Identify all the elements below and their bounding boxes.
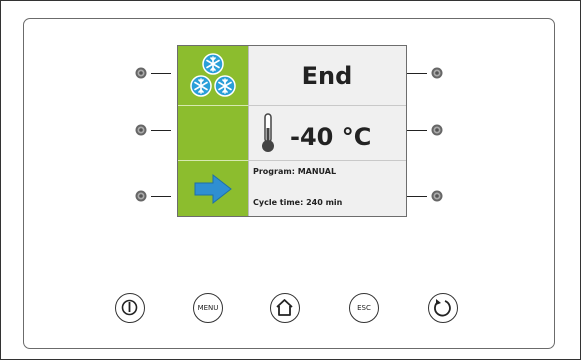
screen-divider	[248, 105, 406, 106]
screen-divider	[178, 160, 248, 161]
thermometer-icon	[262, 113, 274, 152]
cycle-status: End	[301, 62, 353, 90]
home-icon	[276, 299, 293, 316]
esc-button-label: ESC	[357, 304, 371, 312]
cycle-icon	[434, 299, 451, 317]
side-knob-left-3[interactable]	[135, 190, 147, 202]
side-knob-lead	[151, 196, 171, 197]
lcd-screen: End -40 °C Program: MANUAL Cycle time: 2…	[177, 45, 407, 217]
screen-divider	[248, 160, 406, 161]
temperature-readout: -40 °C	[290, 123, 372, 151]
program-label: Program: MANUAL	[253, 167, 337, 176]
side-knob-lead	[407, 130, 427, 131]
side-knob-lead	[151, 73, 171, 74]
side-knob-right-2[interactable]	[431, 124, 443, 136]
side-knob-left-2[interactable]	[135, 124, 147, 136]
cycle-time-label: Cycle time: 240 min	[253, 198, 343, 207]
side-knob-left-1[interactable]	[135, 67, 147, 79]
snowflake-cluster-icon	[190, 53, 236, 97]
cycle-button[interactable]	[428, 293, 458, 323]
home-button[interactable]	[270, 293, 300, 323]
arrow-right-icon	[194, 173, 232, 205]
side-knob-right-3[interactable]	[431, 190, 443, 202]
side-knob-lead	[407, 196, 427, 197]
power-button[interactable]	[115, 293, 145, 323]
screen-divider	[178, 105, 248, 106]
menu-button[interactable]: MENU	[193, 293, 223, 323]
side-knob-lead	[407, 73, 427, 74]
menu-button-label: MENU	[197, 304, 219, 312]
side-knob-lead	[151, 130, 171, 131]
power-icon	[121, 299, 138, 316]
side-knob-right-1[interactable]	[431, 67, 443, 79]
esc-button[interactable]: ESC	[349, 293, 379, 323]
